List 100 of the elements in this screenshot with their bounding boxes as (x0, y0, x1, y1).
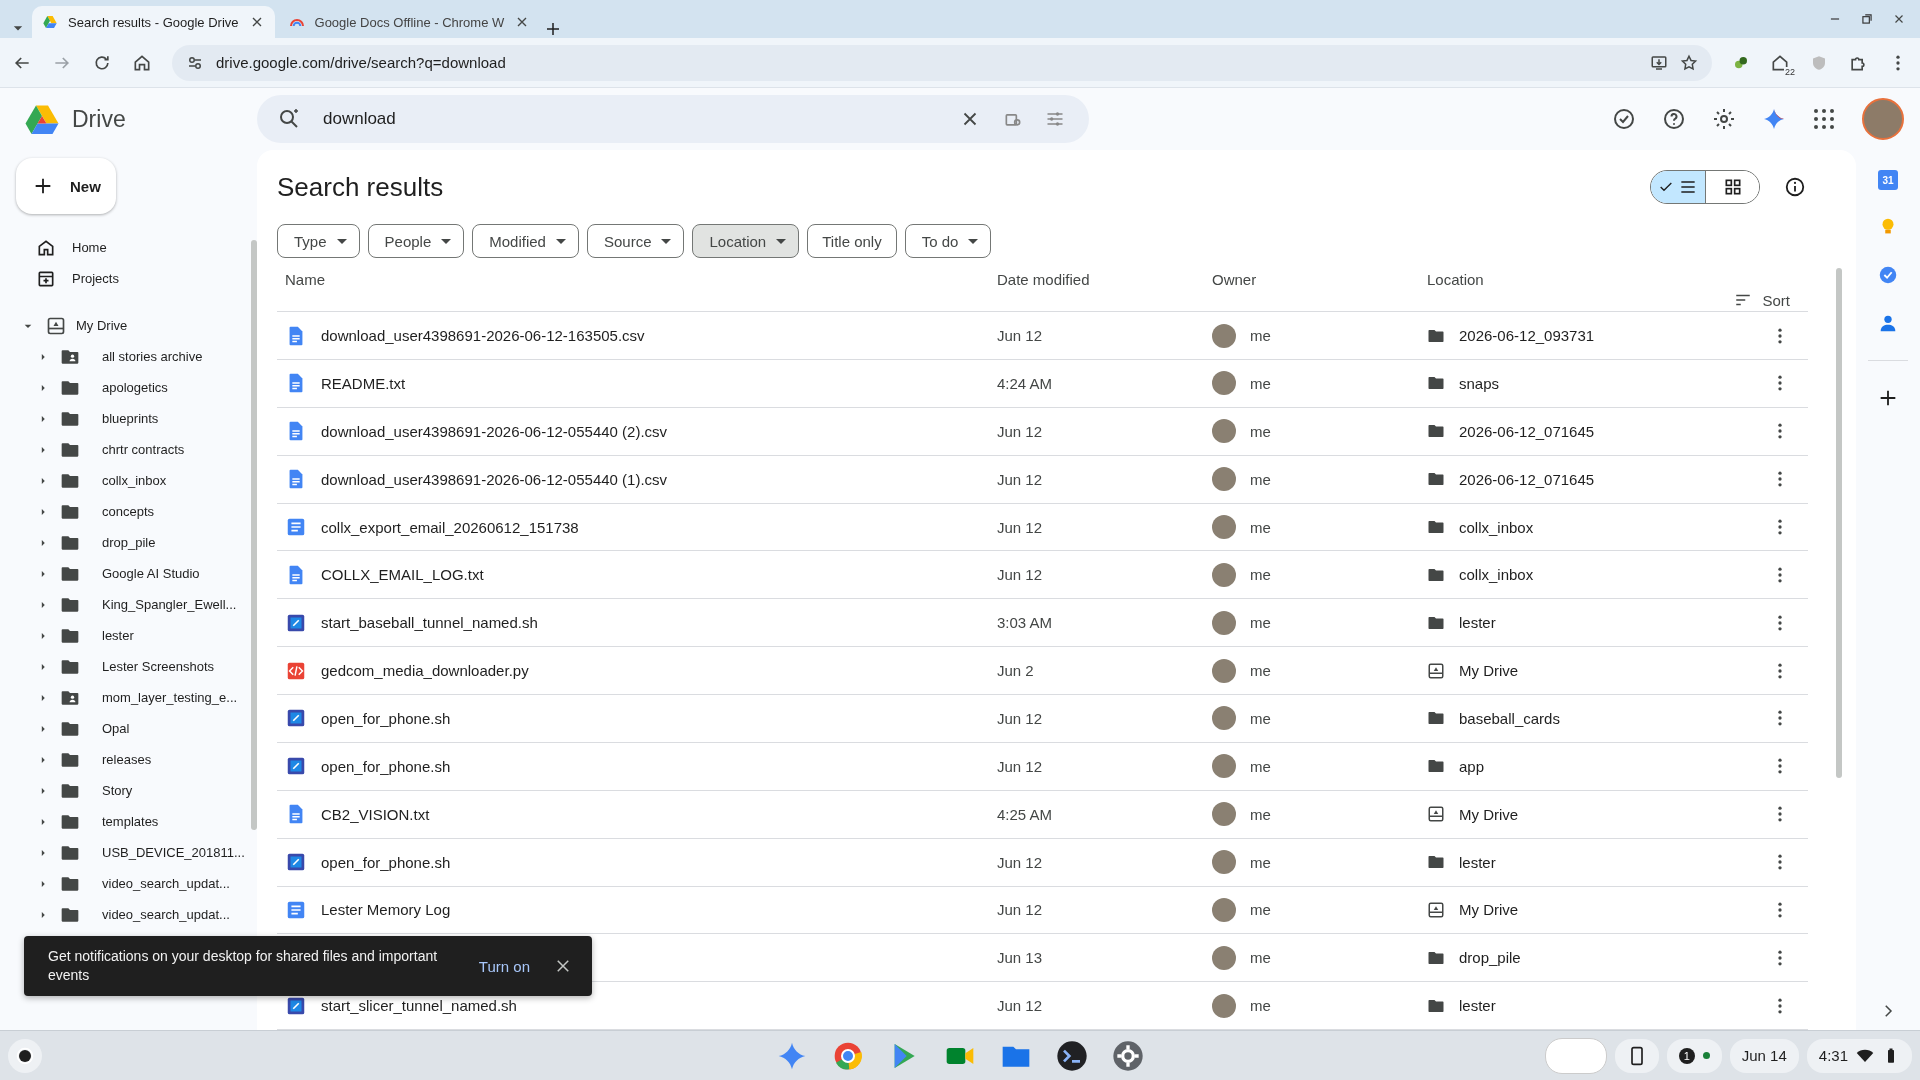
scrollbar-thumb[interactable] (251, 240, 257, 830)
file-row[interactable]: CB2_VISION.txt 4:25 AM me My Drive (277, 790, 1808, 839)
filter-chip[interactable]: People (367, 224, 465, 259)
file-row[interactable]: open_for_phone.sh Jun 12 me lester (277, 838, 1808, 887)
settings-icon[interactable] (1712, 107, 1736, 131)
owner-name: me (1250, 997, 1271, 1015)
new-button[interactable]: New (16, 158, 116, 214)
file-row[interactable]: start_baseball_tunnel_named.sh 3:03 AM me lester (277, 599, 1808, 648)
location-link[interactable]: My Drive (1459, 805, 1519, 823)
file-row[interactable]: collx_export_email_20260612_151738 Jun 12 me collx_inbox (277, 503, 1808, 552)
turn-on-button[interactable]: Turn on (474, 953, 534, 979)
notification-pod[interactable]: 1 (1666, 1038, 1722, 1073)
tree-item[interactable]: all stories archive (16, 341, 203, 372)
nav-item[interactable]: Home (16, 232, 107, 263)
filter-chip[interactable]: Modified (472, 224, 579, 259)
location-link[interactable]: collx_inbox (1459, 566, 1534, 584)
owner-avatar (1212, 658, 1236, 683)
tree-item[interactable]: chrtr contracts (16, 434, 185, 465)
location-link[interactable]: drop_pile (1459, 949, 1521, 967)
install-icon[interactable] (1650, 53, 1668, 72)
filter-chip[interactable]: Source (586, 224, 685, 259)
tree-item[interactable]: blueprints (16, 403, 159, 434)
tree-item[interactable]: video_search_updat... (16, 899, 230, 930)
location-link[interactable]: lester (1459, 614, 1496, 632)
help-icon[interactable] (1662, 107, 1686, 131)
owner-name: me (1250, 518, 1271, 536)
location-link[interactable]: baseball_cards (1459, 710, 1560, 727)
search-field[interactable]: download (257, 95, 1089, 143)
tree-item[interactable]: concepts (16, 496, 155, 527)
file-row[interactable]: Lester Memory Log Jun 12 me My Drive (277, 886, 1808, 935)
tree-item[interactable]: templates (16, 806, 159, 837)
filter-chip[interactable]: Location (692, 224, 800, 259)
location-link[interactable]: collx_inbox (1459, 518, 1534, 536)
tasks-check-icon[interactable] (1877, 264, 1899, 286)
info-icon[interactable] (1784, 176, 1806, 199)
calendar-icon[interactable]: 31 (1878, 170, 1898, 190)
restore-icon[interactable] (1860, 12, 1874, 26)
tree-item[interactable]: video_search_updat... (16, 868, 230, 899)
tree-item[interactable]: apologetics (16, 372, 168, 403)
dismiss-icon[interactable] (554, 957, 572, 975)
sort-button[interactable]: Sort (1427, 290, 1808, 311)
apps-grid-icon[interactable] (1812, 107, 1836, 131)
tree-item[interactable]: drop_pile (16, 527, 156, 558)
filter-chip[interactable]: Title only (807, 224, 897, 259)
modified-date: Jun 12 (997, 327, 1044, 345)
file-row[interactable]: gedcom_media_downloader.py Jun 2 me My Drive (277, 647, 1808, 696)
address-bar[interactable]: drive.google.com/drive/search?q=download (172, 44, 1712, 81)
file-row[interactable]: README.txt 4:24 AM me snaps (277, 360, 1808, 408)
file-name: collx_export_email_20260612_151738 (321, 518, 579, 536)
file-row[interactable]: open_for_phone.sh Jun 12 me app (277, 742, 1808, 791)
file-row[interactable]: open_for_phone.sh Jun 12 me baseball_cards (277, 695, 1808, 743)
location-link[interactable]: My Drive (1459, 662, 1519, 680)
file-name: download_user4398691-2026-06-12-055440 (2).csv (321, 422, 668, 440)
tree-item[interactable]: Google AI Studio (16, 558, 200, 589)
phone-hub-button[interactable] (1614, 1038, 1659, 1073)
modified-date: 3:03 AM (997, 614, 1054, 632)
url-text: drive.google.com/drive/search?q=download (216, 54, 507, 71)
bookmark-star-icon[interactable] (1680, 53, 1698, 72)
sparkle-icon[interactable] (1762, 107, 1786, 131)
file-row[interactable]: download_user4398691-2026-06-12-163505.csv Jun 12 me 2026-06-12_093731 (277, 312, 1808, 361)
terminal-icon[interactable] (1056, 1039, 1088, 1072)
tree-item[interactable]: collx_inbox (16, 465, 167, 496)
location-link[interactable]: 2026-06-12_093731 (1459, 327, 1595, 345)
column-header[interactable]: Name (277, 271, 997, 289)
location-link[interactable]: 2026-06-12_071645 (1459, 422, 1595, 440)
location-link[interactable]: 2026-06-12_071645 (1459, 470, 1595, 488)
browser-tab[interactable]: Google Docs Offline - Chrome W (278, 6, 541, 38)
filter-chip[interactable]: To do (904, 224, 992, 259)
list-view-button[interactable] (1651, 171, 1705, 204)
date-text: Jun 14 (1741, 1047, 1787, 1064)
file-row[interactable]: download_user4398691-2026-06-12-055440 (1).csv Jun 12 me 2026-06-12_071645 (277, 455, 1808, 504)
tree-item[interactable]: mom_layer_testing_e... (16, 682, 238, 713)
tree-item[interactable]: Opal (16, 713, 130, 744)
tree-item[interactable]: releases (16, 744, 152, 775)
status-tray[interactable]: 4:31 (1806, 1038, 1912, 1073)
nav-item[interactable]: Projects (16, 263, 119, 294)
browser-tab[interactable]: Search results - Google Drive (32, 6, 275, 38)
filter-chip[interactable]: Type (277, 224, 360, 259)
tree-item[interactable]: My Drive (16, 310, 128, 341)
file-row[interactable]: COLLX_EMAIL_LOG.txt Jun 12 me collx_inbox (277, 551, 1808, 600)
tree-item[interactable]: USB_DEVICE_201811... (16, 837, 245, 868)
view-toggle[interactable] (1650, 170, 1760, 205)
grid-view-button[interactable] (1705, 171, 1759, 204)
location-link[interactable]: My Drive (1459, 901, 1519, 919)
filter-sliders-icon[interactable] (1045, 109, 1065, 129)
file-row[interactable]: download_user4398691-2026-06-12-055440 (2).csv Jun 12 me 2026-06-12_071645 (277, 407, 1808, 456)
tree-item[interactable]: Lester Screenshots (16, 651, 214, 682)
gear-icon[interactable] (1112, 1039, 1144, 1072)
tree-item[interactable]: Story (16, 775, 133, 806)
location-link[interactable]: lester (1459, 997, 1496, 1015)
tree-item[interactable]: lester (16, 620, 134, 651)
scrollbar-thumb[interactable] (1836, 268, 1842, 778)
check-circle-icon[interactable] (1612, 107, 1636, 131)
date-pod[interactable]: Jun 14 (1729, 1038, 1799, 1073)
location-link[interactable]: lester (1459, 853, 1496, 871)
launcher-button[interactable] (8, 1038, 42, 1073)
location-link[interactable]: app (1459, 757, 1485, 775)
tree-item[interactable]: King_Spangler_Ewell... (16, 589, 237, 620)
account-avatar[interactable] (1862, 98, 1904, 140)
location-link[interactable]: snaps (1459, 374, 1500, 392)
